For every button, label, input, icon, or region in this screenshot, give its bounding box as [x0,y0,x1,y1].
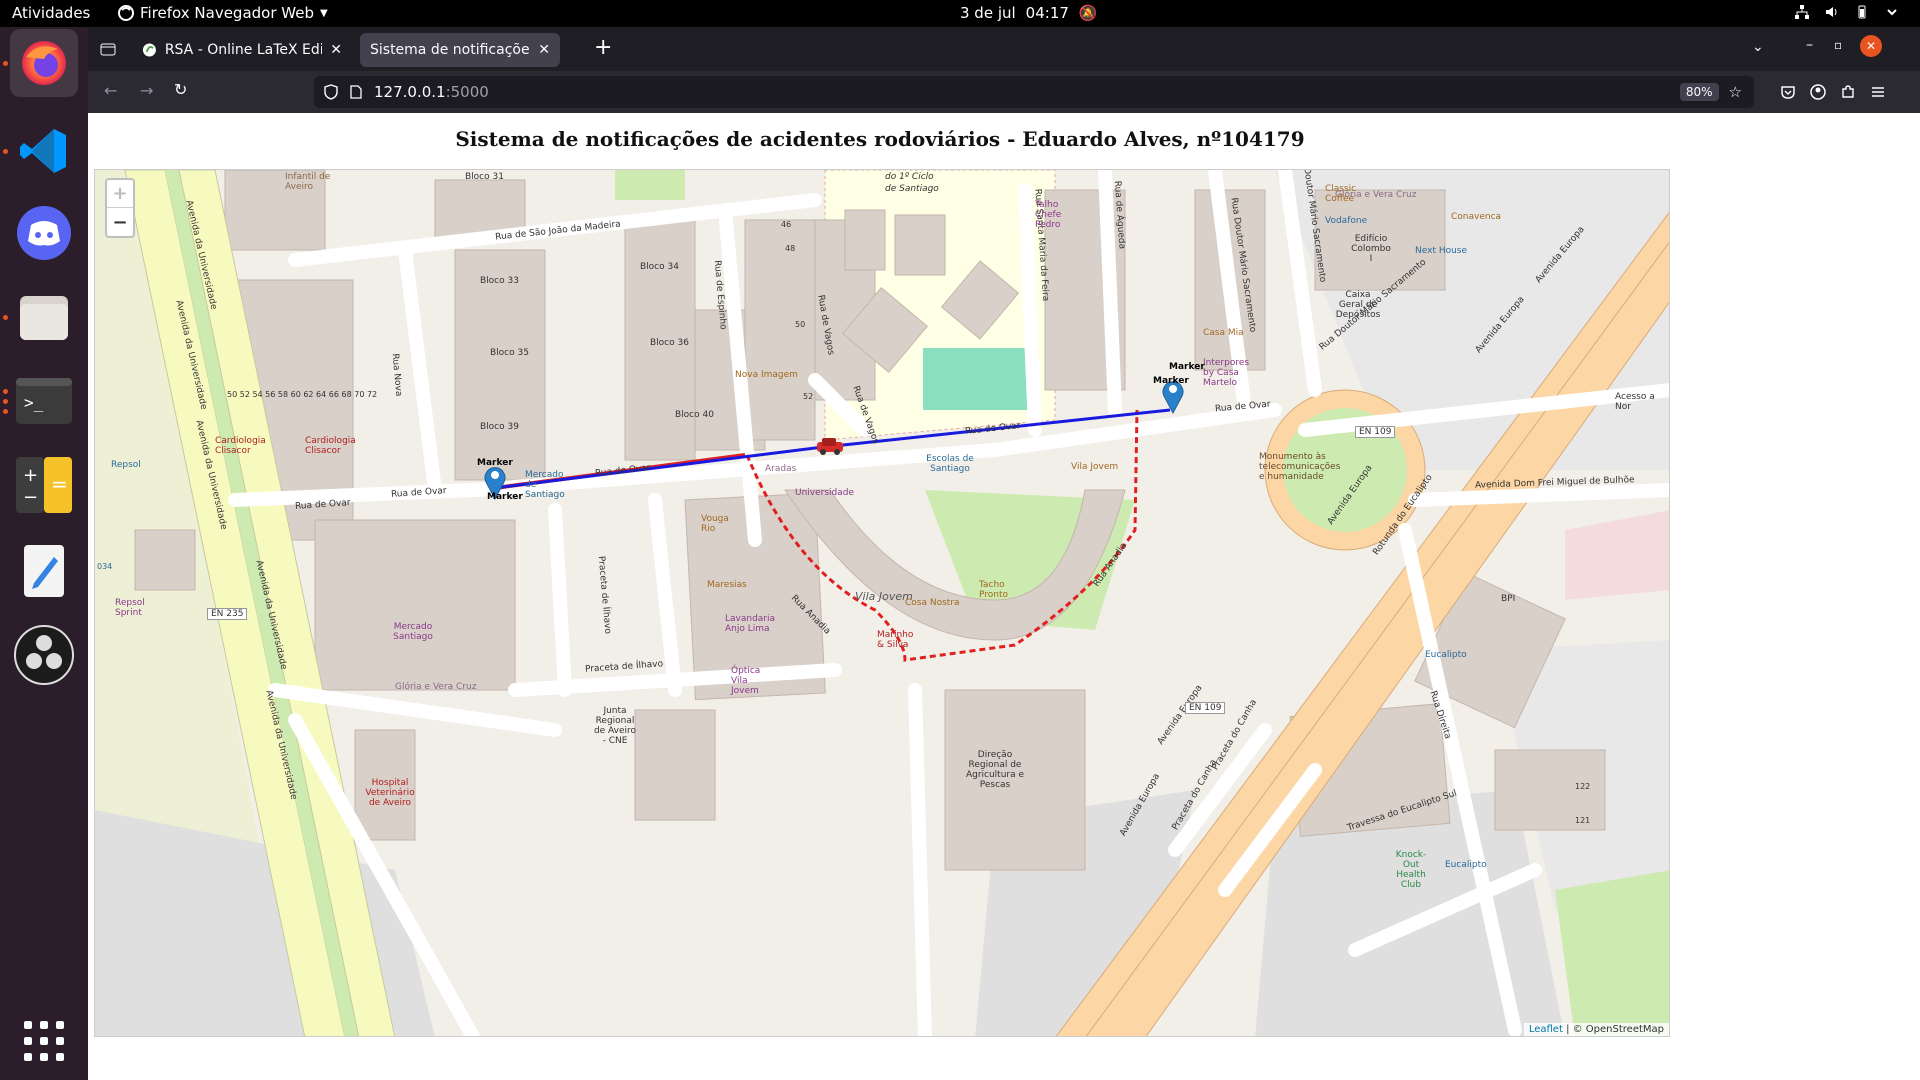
dock-terminal[interactable]: >_ [10,367,78,435]
pocket-icon[interactable] [1780,84,1796,100]
map-tiles [95,170,1669,1036]
tab-notifications[interactable]: Sistema de notificações de a ✕ [360,33,560,67]
osm-attribution: | © OpenStreetMap [1562,1024,1664,1035]
network-icon [1795,5,1809,19]
app-menu[interactable]: Firefox Navegador Web ▼ [118,4,328,22]
navigation-toolbar: ← → ↻ 127.0.0.1:5000 80% ☆ [88,71,1920,113]
svg-text:>_: >_ [24,393,44,412]
account-icon[interactable] [1810,84,1826,100]
tab-label: Sistema de notificações de a [370,42,530,58]
activities-button[interactable]: Atividades [12,4,90,22]
dock-vscode[interactable] [10,117,78,185]
terminal-icon: >_ [16,378,72,424]
vscode-icon [20,129,66,173]
list-tabs-icon[interactable]: ⌄ [1752,39,1764,55]
text-editor-icon [24,545,64,597]
firefox-window: RSA - Online LaTeX Edito ✕ Sistema de no… [88,27,1920,1080]
clock[interactable]: 3 de jul 04:17 🔕 [960,4,1098,22]
zoom-control: + − [105,178,135,238]
new-tab-icon[interactable]: + [594,35,612,60]
dock-calculator[interactable]: + − = [10,451,78,519]
extensions-icon[interactable] [1840,84,1856,100]
app-name: Firefox Navegador Web [140,4,314,22]
bookmark-star-icon[interactable]: ☆ [1729,83,1742,101]
marker-tooltip: Marker [477,458,513,468]
dock: >_ + − = [0,27,88,1080]
page-icon [350,85,362,99]
time-label: 04:17 [1025,4,1069,22]
url-host: 127.0.0.1 [374,83,446,101]
files-icon [20,296,68,340]
dock-firefox[interactable] [10,29,78,97]
forward-icon[interactable]: → [140,81,153,100]
tab-overview-icon[interactable] [100,41,116,57]
svg-text:=: = [51,472,68,496]
zoom-in-button[interactable]: + [107,180,133,208]
url-port: :5000 [445,83,489,101]
svg-text:+: + [23,465,38,486]
chevron-down-icon: ▼ [319,7,328,19]
url-bar[interactable]: 127.0.0.1:5000 80% ☆ [314,76,1754,108]
calculator-icon: +−= [16,457,72,513]
maximize-icon[interactable]: ▫ [1834,38,1842,52]
close-icon[interactable]: ✕ [538,42,550,58]
shield-icon [324,84,338,100]
dock-show-apps[interactable] [10,1007,78,1075]
hamburger-menu-icon[interactable] [1870,84,1886,100]
obs-icon [14,625,74,685]
tab-label: RSA - Online LaTeX Edito [164,42,323,58]
dock-files[interactable] [10,283,78,351]
zoom-out-button[interactable]: − [107,208,133,236]
power-menu-icon [1887,9,1897,16]
dock-discord[interactable] [10,199,78,267]
map-marker-end[interactable]: Marker [1153,376,1189,415]
leaflet-link[interactable]: Leaflet [1529,1024,1563,1035]
map-attribution: Leaflet | © OpenStreetMap [1523,1023,1669,1036]
close-icon[interactable]: ✕ [330,42,342,58]
date-label: 3 de jul [960,4,1016,22]
marker-label: Marker [487,492,523,502]
minimize-icon[interactable]: – [1806,37,1813,53]
zoom-indicator[interactable]: 80% [1679,83,1719,101]
back-icon[interactable]: ← [104,81,117,100]
app-grid-icon [24,1021,64,1061]
close-window-icon[interactable]: ✕ [1860,35,1882,57]
firefox-icon [22,41,66,85]
notifications-off-icon: 🔕 [1078,4,1098,22]
system-tray[interactable] [1794,4,1900,20]
overleaf-favicon-icon [142,43,156,57]
tab-latex[interactable]: RSA - Online LaTeX Edito ✕ [132,33,352,67]
reload-icon[interactable]: ↻ [174,80,187,99]
marker-label: Marker [1169,362,1205,372]
volume-icon [1826,7,1837,17]
page-content: Sistema de notificações de acidentes rod… [88,113,1920,1080]
battery-icon [1858,5,1866,19]
dock-obs[interactable] [10,621,78,689]
marker-tooltip: Marker [1153,376,1189,386]
firefox-small-icon [118,5,134,21]
system-top-bar: Atividades Firefox Navegador Web ▼ 3 de … [0,0,1920,27]
leaflet-map[interactable]: + − Rua de Ovar Rua de Ovar Rua de Ovar … [94,169,1670,1037]
discord-icon [17,206,71,260]
tab-bar: RSA - Online LaTeX Edito ✕ Sistema de no… [88,27,1920,71]
dock-text-editor[interactable] [10,537,78,605]
svg-text:−: − [23,487,38,508]
page-title: Sistema de notificações de acidentes rod… [455,127,1305,151]
